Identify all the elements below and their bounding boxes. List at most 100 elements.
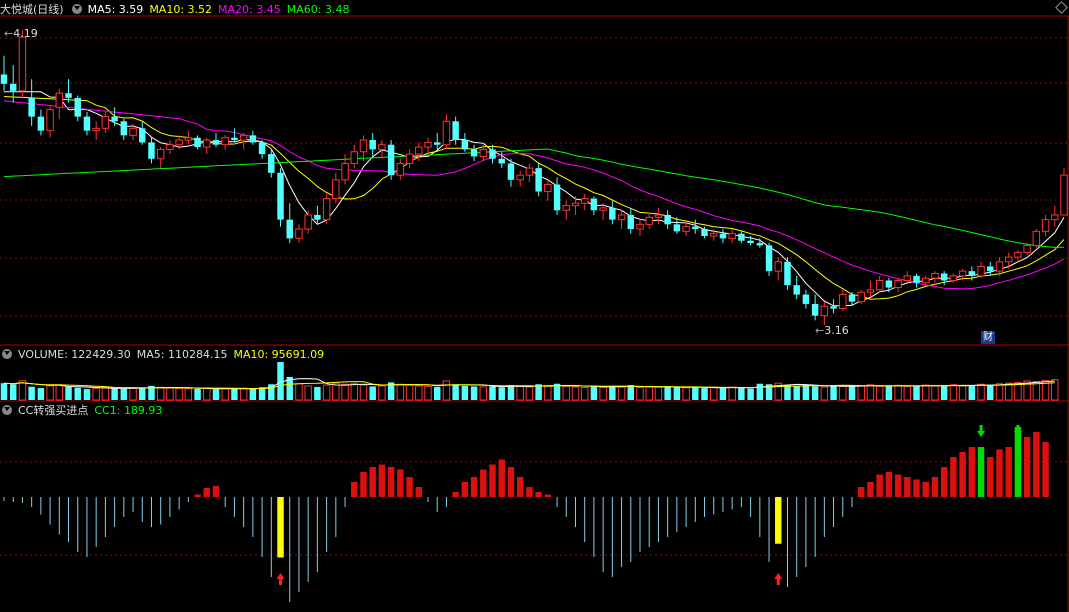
candle-body <box>682 226 690 232</box>
candle-body <box>995 261 1004 272</box>
candle-body <box>1051 214 1059 221</box>
ma10-line <box>3 96 1065 300</box>
volume-bar <box>378 385 386 401</box>
volume-bar <box>931 385 939 401</box>
volume-bar <box>46 385 54 401</box>
volume-bar <box>811 386 819 400</box>
candle-body <box>470 149 478 157</box>
cc-bar <box>968 447 976 497</box>
volume-bar <box>433 386 441 400</box>
candle-body <box>673 224 681 232</box>
cc-bar <box>397 469 404 497</box>
volume-bar <box>701 388 708 400</box>
cc-indicator-name: CC转强买进点 <box>18 404 89 417</box>
volume-bar <box>848 385 856 400</box>
candle-body <box>968 271 976 276</box>
volume-bar <box>92 388 100 401</box>
chart-canvas <box>0 15 1069 612</box>
ma5-line <box>4 91 1065 307</box>
candle-body <box>931 272 939 279</box>
volume-bar <box>461 385 469 400</box>
volume-bar <box>249 388 257 400</box>
volume-bar <box>719 387 727 400</box>
volume-bar <box>590 386 598 400</box>
low-price-label: ←3.16 <box>815 324 849 337</box>
volume-bar <box>258 387 266 400</box>
cc-bar <box>987 457 994 497</box>
volume-bar <box>571 386 580 401</box>
candle-body <box>120 121 128 136</box>
cc-bar <box>415 487 423 497</box>
candle-body <box>424 141 432 148</box>
candle-body <box>664 214 671 225</box>
finance-badge[interactable]: 财 <box>981 331 995 344</box>
candle-body <box>332 179 340 200</box>
volume-dropdown-icon[interactable] <box>2 349 12 359</box>
volume-bar <box>470 386 478 400</box>
candle-body <box>92 127 100 132</box>
volume-bar <box>359 384 368 401</box>
candle-body <box>249 135 257 143</box>
candle-body <box>396 162 405 176</box>
volume-bar <box>903 385 912 401</box>
buy-arrow-icon <box>276 573 285 585</box>
candle-body <box>83 116 91 131</box>
volume-bar <box>617 386 626 401</box>
candle-body <box>101 116 110 129</box>
candle-body <box>913 275 920 283</box>
cc-bar <box>876 474 883 497</box>
dropdown-icon[interactable] <box>71 4 82 14</box>
volume-bar <box>516 385 524 401</box>
candle-body <box>654 214 663 218</box>
candle-body <box>820 305 829 317</box>
cc-bar <box>1023 437 1031 497</box>
volume-bar <box>156 386 165 401</box>
candle-body <box>636 223 644 230</box>
candle-body <box>866 289 875 293</box>
cc-bar <box>904 477 911 497</box>
candle-body <box>802 294 810 304</box>
candle-body <box>489 149 496 159</box>
candle-body <box>148 142 155 159</box>
candle-body <box>590 198 598 211</box>
volume-bar <box>350 383 358 401</box>
candle-body <box>166 144 174 150</box>
candle-body <box>184 137 193 141</box>
cc-bar <box>931 477 939 497</box>
candle-body <box>645 216 653 225</box>
volume-bar <box>184 388 193 401</box>
candle-body <box>617 214 626 221</box>
volume-bar <box>885 385 893 400</box>
candle-body <box>535 168 542 192</box>
candle-body <box>415 146 423 155</box>
cc-bar <box>857 487 865 497</box>
candle-body <box>231 137 238 141</box>
cc-bar <box>940 467 948 497</box>
cc-bar <box>378 464 386 497</box>
volume-bar <box>101 387 110 401</box>
ma5-value: MA5: 3.59 <box>87 3 144 16</box>
cc-bar <box>507 467 515 497</box>
cc-legend: CC转强买进点 CC1: 189.93 <box>0 403 168 419</box>
candle-body <box>239 134 248 141</box>
candle-body <box>987 266 994 272</box>
volume-bar <box>28 386 35 400</box>
cc-bar <box>351 482 358 497</box>
candle-body <box>1014 251 1022 258</box>
volume-bar <box>793 385 800 400</box>
candle-body <box>885 280 893 288</box>
candle-body <box>516 174 524 181</box>
cc-dropdown-icon[interactable] <box>2 405 12 415</box>
stock-title[interactable]: 大悦城(日线) <box>0 3 64 16</box>
candle-body <box>571 202 580 207</box>
volume-bar <box>479 386 488 401</box>
candle-body <box>405 153 414 164</box>
candle-body <box>839 294 847 310</box>
volume-bar <box>9 384 17 400</box>
volume-bar <box>599 386 607 401</box>
candle-body <box>139 128 146 143</box>
candle-body <box>203 139 211 148</box>
cc-bar <box>922 482 929 497</box>
candle-body <box>268 154 275 173</box>
volume-bar <box>987 385 994 400</box>
